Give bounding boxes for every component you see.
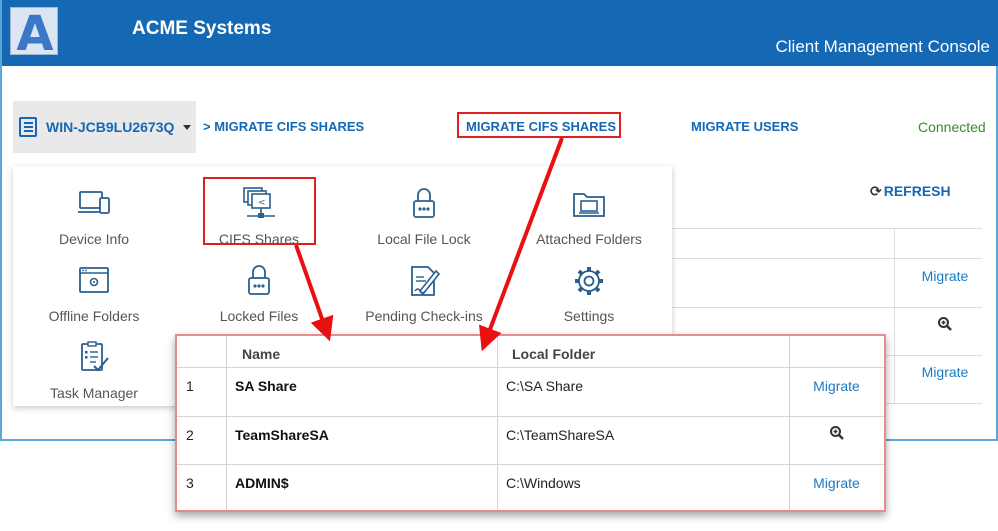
refresh-icon: ⟳ bbox=[870, 184, 882, 200]
highlight-box bbox=[203, 177, 316, 245]
bg-migrate-link[interactable]: Migrate bbox=[895, 268, 995, 284]
refresh-button[interactable]: ⟳ REFRESH bbox=[870, 183, 951, 200]
tile-label: Local File Lock bbox=[377, 231, 471, 247]
device-list-icon bbox=[19, 117, 37, 137]
tile-locked-files[interactable]: Locked Files bbox=[179, 263, 339, 338]
local-folder: C:\TeamShareSA bbox=[506, 427, 615, 443]
migrate-link[interactable]: Migrate bbox=[789, 378, 884, 394]
row-index: 2 bbox=[186, 427, 194, 443]
tile-label: Offline Folders bbox=[48, 308, 140, 324]
chevron-down-icon bbox=[183, 125, 191, 130]
pending-checkin-icon bbox=[411, 266, 441, 296]
refresh-label: REFRESH bbox=[883, 183, 951, 199]
tile-task-manager[interactable]: Task Manager bbox=[14, 340, 174, 415]
tile-label: Attached Folders bbox=[536, 231, 642, 247]
local-folder: C:\SA Share bbox=[506, 378, 584, 394]
attached-folder-icon bbox=[573, 193, 605, 217]
bg-migrate-link[interactable]: Migrate bbox=[895, 364, 995, 380]
console-title: Client Management Console bbox=[775, 37, 990, 56]
search-icon[interactable] bbox=[789, 425, 884, 444]
tile-attached-folders[interactable]: Attached Folders bbox=[509, 186, 669, 261]
logo-letter: A bbox=[16, 6, 54, 62]
locked-files-icon bbox=[248, 265, 270, 295]
row-index: 1 bbox=[186, 378, 194, 394]
app-logo: A bbox=[10, 6, 58, 62]
share-name: SA Share bbox=[235, 378, 297, 394]
nav-migrate-users[interactable]: MIGRATE USERS bbox=[691, 119, 798, 134]
highlight-box bbox=[457, 112, 621, 138]
share-name: TeamShareSA bbox=[235, 427, 329, 443]
tile-device-info[interactable]: Device Info bbox=[14, 186, 174, 261]
tile-label: Device Info bbox=[58, 231, 130, 247]
tile-label: Settings bbox=[563, 308, 615, 324]
connection-status: Connected bbox=[918, 119, 986, 135]
search-icon[interactable] bbox=[895, 316, 995, 335]
tile-offline-folders[interactable]: Offline Folders bbox=[14, 263, 174, 338]
local-folder: C:\Windows bbox=[506, 475, 581, 491]
app-header: A ACME Systems Client Management Console bbox=[2, 0, 998, 66]
column-header-name: Name bbox=[242, 346, 281, 362]
tile-label: Locked Files bbox=[219, 308, 299, 324]
tile-pending-checkins[interactable]: Pending Check-ins bbox=[344, 263, 504, 338]
tile-settings[interactable]: Settings bbox=[509, 263, 669, 338]
row-index: 3 bbox=[186, 475, 194, 491]
shares-table: Name Local Folder 1 SA Share C:\SA Share… bbox=[175, 334, 886, 512]
lock-icon bbox=[413, 188, 435, 218]
devices-icon bbox=[78, 191, 110, 214]
column-header-local-folder: Local Folder bbox=[512, 346, 596, 362]
task-manager-icon bbox=[81, 341, 109, 372]
breadcrumb[interactable]: > MIGRATE CIFS SHARES bbox=[203, 119, 364, 134]
device-name: WIN-JCB9LU2673Q bbox=[46, 119, 175, 135]
gear-icon bbox=[575, 267, 603, 295]
app-title: ACME Systems bbox=[132, 18, 272, 39]
migrate-link[interactable]: Migrate bbox=[789, 475, 884, 491]
offline-folder-icon bbox=[79, 267, 109, 293]
tile-label: Task Manager bbox=[50, 385, 138, 401]
tile-local-file-lock[interactable]: Local File Lock bbox=[344, 186, 504, 261]
device-selector[interactable]: WIN-JCB9LU2673Q bbox=[13, 101, 196, 153]
share-name: ADMIN$ bbox=[235, 475, 289, 491]
tile-label: Pending Check-ins bbox=[365, 308, 483, 324]
